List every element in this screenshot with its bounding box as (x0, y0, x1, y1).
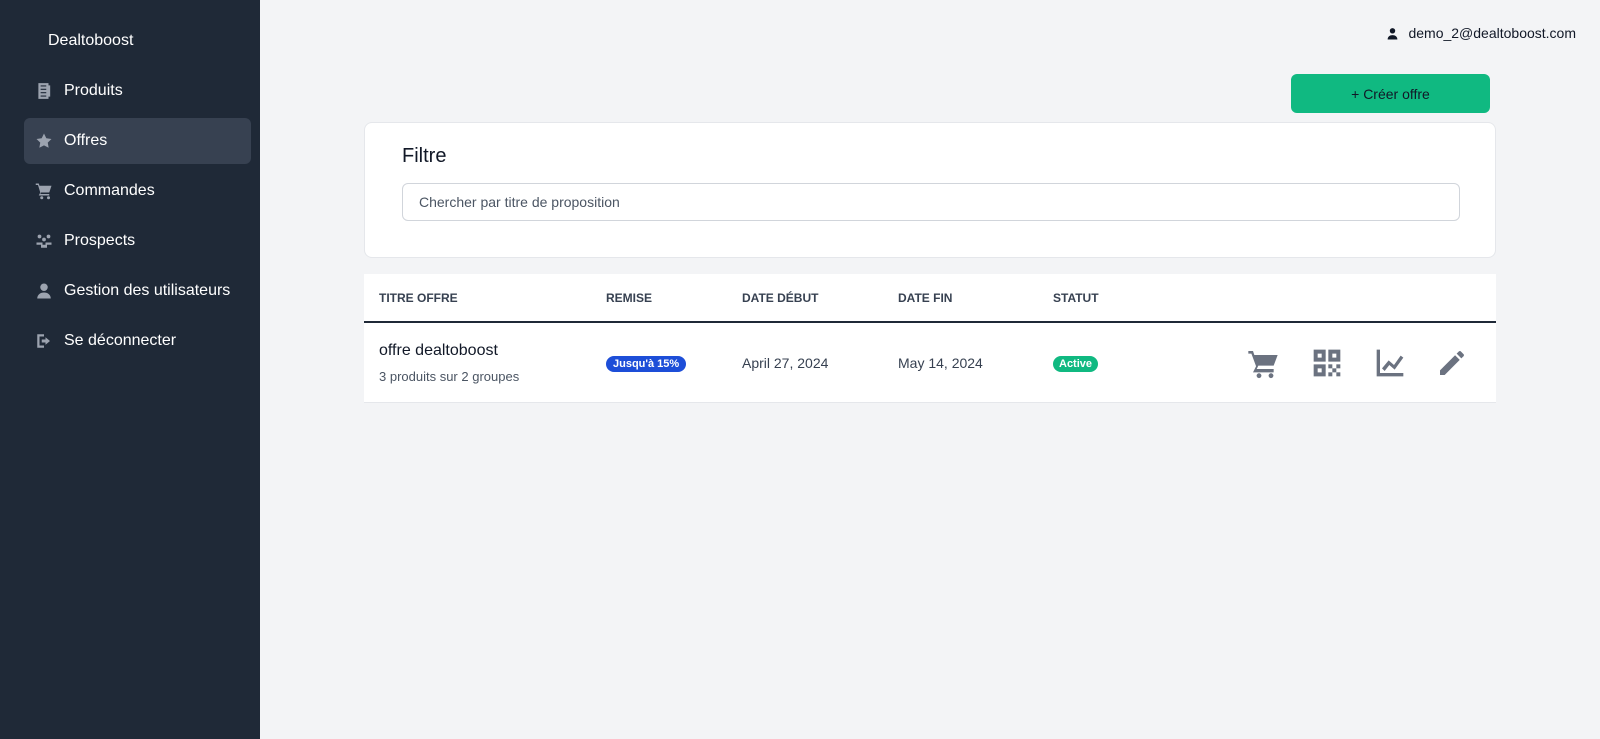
sidebar-item-produits[interactable]: Produits (24, 68, 251, 114)
edit-action-button[interactable] (1436, 347, 1468, 379)
brand-name[interactable]: Dealtoboost (48, 32, 133, 50)
sidebar-item-gestion-utilisateurs[interactable]: Gestion des utilisateurs (24, 268, 251, 314)
status-badge: Active (1053, 356, 1099, 372)
stats-action-button[interactable] (1374, 347, 1406, 379)
table-row: offre dealtoboost 3 produits sur 2 group… (364, 323, 1496, 403)
column-header-date-fin: DATE FIN (898, 291, 953, 305)
search-input[interactable] (402, 183, 1460, 221)
table-header: TITRE OFFRE REMISE DATE DÉBUT DATE FIN S… (364, 274, 1496, 323)
qr-code-icon (1313, 349, 1341, 377)
sidebar-item-label: Prospects (64, 232, 136, 249)
offer-title[interactable]: offre dealtoboost (379, 342, 498, 360)
sidebar-item-label: Produits (64, 82, 123, 99)
create-offer-button[interactable]: + Créer offre (1291, 74, 1490, 113)
column-header-statut: STATUT (1053, 291, 1099, 305)
people-icon (35, 232, 53, 250)
cart-icon (35, 182, 53, 200)
product-icon (35, 82, 53, 100)
user-icon (35, 282, 53, 300)
filter-title: Filtre (402, 145, 447, 167)
sidebar-item-prospects[interactable]: Prospects (24, 218, 251, 264)
offers-table: TITRE OFFRE REMISE DATE DÉBUT DATE FIN S… (364, 274, 1496, 403)
sidebar-item-offres[interactable]: Offres (24, 118, 251, 164)
user-icon (1388, 27, 1398, 39)
user-menu[interactable]: demo_2@dealtoboost.com (1386, 25, 1576, 41)
discount-badge: Jusqu'à 15% (606, 356, 687, 372)
column-header-date-debut: DATE DÉBUT (742, 291, 819, 305)
orders-action-button[interactable] (1247, 347, 1279, 379)
logout-icon (35, 332, 53, 350)
sidebar-item-label: Gestion des utilisateurs (64, 282, 231, 299)
sidebar-item-deconnecter[interactable]: Se déconnecter (24, 318, 251, 364)
sidebar-item-label: Se déconnecter (64, 332, 177, 349)
qr-code-action-button[interactable] (1311, 347, 1343, 379)
column-header-remise: REMISE (606, 291, 653, 305)
sidebar: Dealtoboost Produits Offres Commandes Pr… (0, 0, 260, 739)
chart-line-icon (1376, 349, 1404, 377)
end-date: May 14, 2024 (898, 355, 983, 371)
sidebar-item-label: Commandes (64, 182, 155, 199)
sidebar-item-label: Offres (64, 132, 108, 149)
start-date: April 27, 2024 (742, 355, 829, 371)
cart-icon (1248, 351, 1278, 379)
sidebar-item-commandes[interactable]: Commandes (24, 168, 251, 214)
column-header-titre: TITRE OFFRE (379, 291, 458, 305)
pencil-icon (1440, 351, 1464, 375)
offer-subtitle: 3 produits sur 2 groupes (379, 369, 520, 384)
user-email: demo_2@dealtoboost.com (1408, 25, 1576, 41)
star-icon (35, 132, 53, 150)
filter-card: Filtre (364, 122, 1496, 258)
